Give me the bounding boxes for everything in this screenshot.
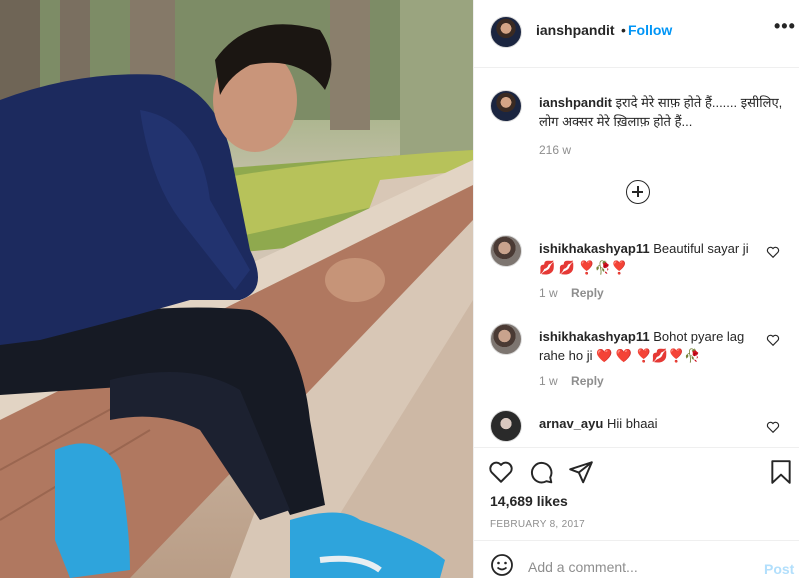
comment-meta: 1 w Reply (539, 374, 604, 388)
divider (474, 447, 799, 448)
heart-icon[interactable] (766, 245, 780, 259)
commenter-avatar[interactable] (490, 235, 522, 267)
comment-body: ishikhakashyap11 Bohot pyare lag rahe ho… (539, 327, 754, 365)
comment-time[interactable]: 1 w (539, 374, 558, 388)
comment-text: Hii bhaai (606, 416, 658, 431)
heart-icon[interactable] (488, 459, 514, 485)
comment-meta: 1 w Reply (539, 286, 604, 300)
add-comment-bar: Post (474, 540, 799, 578)
author-username[interactable]: ianshpandit (536, 22, 615, 38)
commenter-avatar[interactable] (490, 323, 522, 355)
caption-avatar[interactable] (490, 90, 522, 122)
post-header: ianshpandit • Follow ••• (474, 0, 799, 68)
comment-username[interactable]: arnav_ayu (539, 416, 603, 431)
separator-dot: • (621, 22, 626, 38)
comment-input[interactable] (528, 559, 748, 575)
comment-item: ishikhakashyap11 Beautiful sayar ji 💋 💋 … (490, 235, 790, 305)
comment-time[interactable]: 1 w (539, 286, 558, 300)
comment-username[interactable]: ishikhakashyap11 (539, 241, 650, 256)
likes-count[interactable]: 14,689 likes (490, 493, 568, 509)
post-date[interactable]: FEBRUARY 8, 2017 (490, 519, 585, 530)
plus-circle-icon[interactable] (626, 180, 650, 204)
post-photo[interactable] (0, 0, 473, 578)
paper-plane-icon[interactable] (568, 459, 594, 485)
more-options-icon[interactable]: ••• (774, 16, 796, 37)
reply-button[interactable]: Reply (571, 374, 604, 388)
caption-timestamp[interactable]: 216 w (539, 143, 571, 157)
commenter-avatar[interactable] (490, 410, 522, 442)
post-detail-panel: ianshpandit • Follow ••• ianshpandit इरा… (473, 0, 799, 578)
comment-item: arnav_ayu Hii bhaai (490, 410, 790, 446)
comment-bubble-icon[interactable] (528, 459, 554, 485)
action-bar (474, 455, 799, 489)
bookmark-icon[interactable] (768, 459, 794, 485)
follow-button[interactable]: Follow (628, 22, 672, 38)
author-avatar[interactable] (490, 16, 522, 48)
caption-username[interactable]: ianshpandit (539, 95, 612, 110)
comment-body: ishikhakashyap11 Beautiful sayar ji 💋 💋 … (539, 239, 754, 277)
comment-body: arnav_ayu Hii bhaai (539, 414, 754, 433)
comment-item: ishikhakashyap11 Bohot pyare lag rahe ho… (490, 323, 790, 393)
post-button[interactable]: Post (764, 561, 794, 577)
smiley-icon[interactable] (490, 553, 514, 577)
caption: ianshpandit इरादे मेरे साफ़ होते हैं....… (539, 93, 784, 131)
heart-icon[interactable] (766, 333, 780, 347)
photo-illustration (0, 0, 473, 578)
comment-username[interactable]: ishikhakashyap11 (539, 329, 650, 344)
heart-icon[interactable] (766, 420, 780, 434)
reply-button[interactable]: Reply (571, 286, 604, 300)
